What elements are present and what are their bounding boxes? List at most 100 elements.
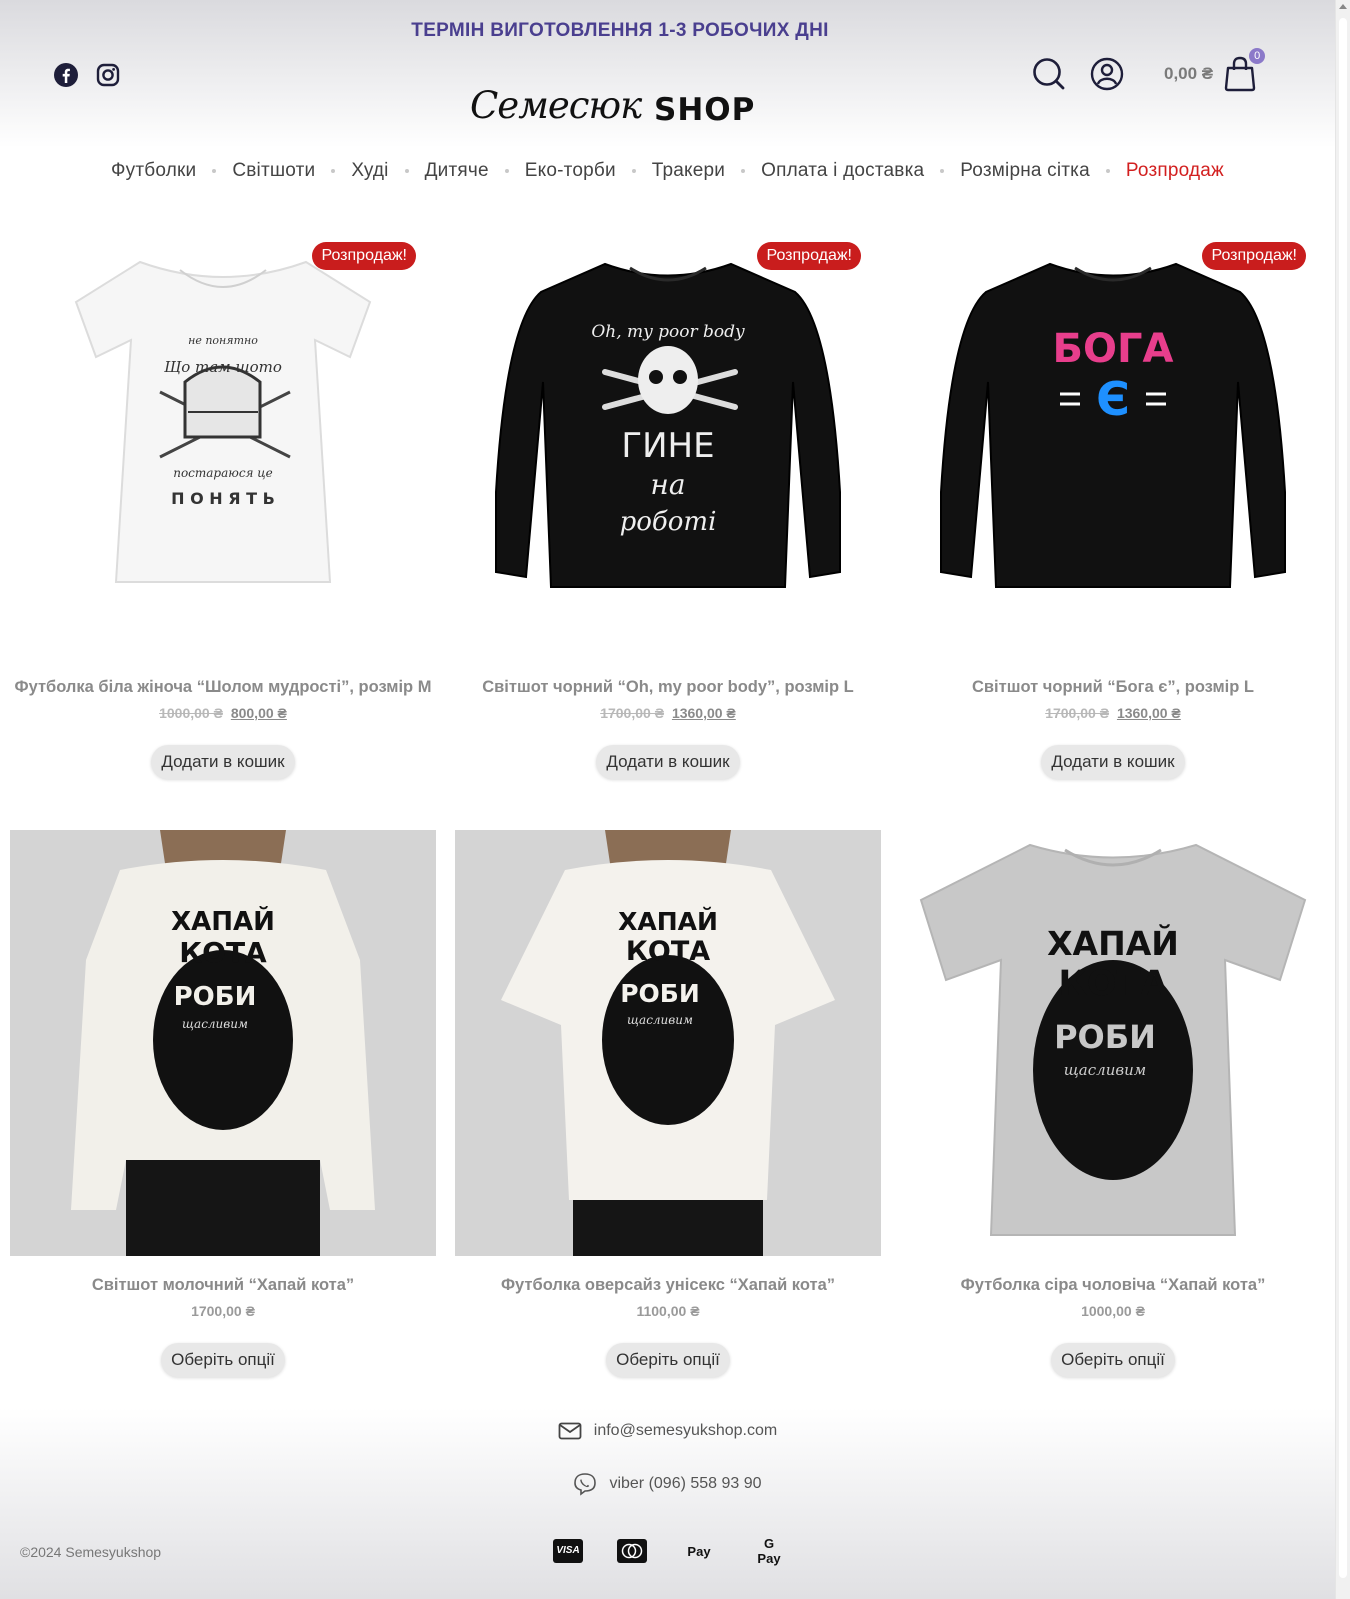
apple-pay-icon: Pay <box>687 1543 711 1559</box>
add-to-cart-button[interactable]: Додати в кошик <box>596 745 740 779</box>
logo-script: Cемесюк <box>470 84 642 127</box>
white-tshirt-illustration: Що там шото не понятно постараюся це П О… <box>74 260 372 583</box>
user-icon[interactable] <box>1090 57 1124 91</box>
print-line-3: РОБИ <box>1054 1018 1156 1056</box>
sale-price: 1360,00 ₴ <box>1116 705 1181 721</box>
scrollbar-thumb[interactable] <box>1339 18 1347 1578</box>
print-line-4: щасливим <box>182 1017 248 1031</box>
grey-tshirt-illustration: ХАПАЙ КОТА РОБИ щасливим <box>919 843 1307 1236</box>
print-line-4: роботі <box>620 507 717 537</box>
print-line-1: ХАПАЙ <box>1047 923 1179 963</box>
viber-icon <box>574 1473 597 1496</box>
header-actions: 0,00 ₴ 0 <box>1032 48 1266 92</box>
scroll-up-arrow[interactable] <box>1339 4 1347 9</box>
print-line-2: Є <box>1096 372 1130 426</box>
select-options-button[interactable]: Оберіть опції <box>161 1343 285 1377</box>
product-card: ХАПАЙ КОТА РОБИ щасливим Футболка сіра ч… <box>900 830 1326 1377</box>
product-title[interactable]: Футболка сіра чоловіча “Хапай кота” <box>900 1276 1326 1295</box>
print-line-2: не понятно <box>188 334 258 347</box>
print-line-1: Що там шото <box>164 358 282 376</box>
model-oversize-tshirt-photo: ХАПАЙ КОТА РОБИ щасливим <box>455 830 881 1256</box>
sale-badge: Розпродаж! <box>312 242 416 270</box>
sale-price: 800,00 ₴ <box>230 705 287 721</box>
footer-viber[interactable]: viber (096) 558 93 90 <box>0 1472 1335 1496</box>
instagram-icon[interactable] <box>95 62 121 88</box>
nav-item-eco-bags[interactable]: Еко-торби <box>509 160 632 182</box>
main-nav: Футболки Світшоти Худі Дитяче Еко-торби … <box>0 160 1335 182</box>
nav-item-sale[interactable]: Розпродаж <box>1110 160 1240 182</box>
old-price: 1000,00 ₴ <box>159 705 223 721</box>
product-title[interactable]: Футболка біла жіноча “Шолом мудрості”, р… <box>10 678 436 697</box>
payment-methods: VISA Pay G Pay <box>553 1536 787 1566</box>
print-line-2: КОТА <box>626 936 710 967</box>
mail-icon <box>558 1422 582 1440</box>
print-line-4: щасливим <box>1064 1061 1146 1079</box>
nav-item-trucker-caps[interactable]: Тракери <box>636 160 741 182</box>
product-title[interactable]: Світшот молочний “Хапай кота” <box>10 1276 436 1295</box>
nav-item-kids[interactable]: Дитяче <box>409 160 505 182</box>
print-line-4: П О Н Я Т Ь <box>171 489 275 508</box>
product-image[interactable]: ХАПАЙ КОТА РОБИ щасливим <box>10 830 436 1256</box>
print-line-4: щасливим <box>627 1013 693 1027</box>
nav-item-hoodies[interactable]: Худі <box>335 160 404 182</box>
product-title[interactable]: Світшот чорний “Oh, my poor body”, розмі… <box>455 678 881 697</box>
nav-item-size-chart[interactable]: Розмірна сітка <box>944 160 1106 182</box>
black-sweatshirt-illustration: БОГА Є <box>940 262 1286 588</box>
nav-item-tshirts[interactable]: Футболки <box>95 160 212 182</box>
product-image[interactable]: Oh, my poor body ГИНЕ на роботі Розпрода… <box>455 232 881 658</box>
sale-badge: Розпродаж! <box>1202 242 1306 270</box>
product-image[interactable]: БОГА Є Розпродаж! <box>900 232 1326 658</box>
nav-item-payment-delivery[interactable]: Оплата і доставка <box>745 160 940 182</box>
search-icon[interactable] <box>1032 57 1066 91</box>
model-sweatshirt-photo: ХАПАЙ КОТА РОБИ щасливим <box>10 830 436 1256</box>
product-image[interactable]: ХАПАЙ КОТА РОБИ щасливим <box>900 830 1326 1256</box>
mastercard-icon <box>617 1539 647 1563</box>
site-logo[interactable]: Cемесюк SHOP <box>470 84 770 128</box>
product-title[interactable]: Футболка оверсайз унісекс “Хапай кота” <box>455 1276 881 1295</box>
print-line-3: на <box>650 468 685 501</box>
page: ТЕРМІН ВИГОТОВЛЕННЯ 1-3 РОБОЧИХ ДНІ Cеме… <box>0 0 1335 1599</box>
product-title[interactable]: Світшот чорний “Бога є”, розмір L <box>900 678 1326 697</box>
google-pay-icon: G Pay <box>757 1536 781 1566</box>
add-to-cart-button[interactable]: Додати в кошик <box>1041 745 1185 779</box>
scrollbar[interactable] <box>1335 0 1350 1599</box>
product-card: ХАПАЙ КОТА РОБИ щасливим Футболка оверса… <box>455 830 881 1377</box>
product-card: ХАПАЙ КОТА РОБИ щасливим Світшот молочни… <box>10 830 436 1377</box>
sale-badge: Розпродаж! <box>757 242 861 270</box>
facebook-icon[interactable] <box>53 62 79 88</box>
old-price: 1700,00 ₴ <box>600 705 665 721</box>
old-price: 1700,00 ₴ <box>1045 705 1110 721</box>
add-to-cart-button[interactable]: Додати в кошик <box>151 745 295 779</box>
cart-button[interactable]: 0 <box>1223 48 1266 92</box>
print-line-1: ХАПАЙ <box>171 905 275 937</box>
black-sweatshirt-illustration: Oh, my poor body ГИНЕ на роботі <box>495 262 841 588</box>
sale-price: 1360,00 ₴ <box>671 705 736 721</box>
select-options-button[interactable]: Оберіть опції <box>1051 1343 1175 1377</box>
cart-total[interactable]: 0,00 ₴ <box>1164 64 1213 84</box>
product-image[interactable]: ХАПАЙ КОТА РОБИ щасливим <box>455 830 881 1256</box>
print-line-3: РОБИ <box>174 982 257 1012</box>
product-price: 1700,00 ₴ 1360,00 ₴ <box>455 705 881 721</box>
product-image[interactable]: Що там шото не понятно постараюся це П О… <box>10 232 436 658</box>
print-line-2: КОТА <box>179 936 267 969</box>
print-line-3: РОБИ <box>620 979 700 1008</box>
product-price: 1700,00 ₴ 1360,00 ₴ <box>900 705 1326 721</box>
product-price: 1000,00 ₴ 800,00 ₴ <box>10 705 436 721</box>
print-line-1: ХАПАЙ <box>618 907 718 936</box>
email-text: info@semesyukshop.com <box>593 1422 778 1439</box>
product-card: БОГА Є Розпродаж! Світшот чорний “Бога є… <box>900 232 1326 779</box>
cart-count-badge: 0 <box>1249 48 1266 64</box>
footer-email[interactable]: info@semesyukshop.com <box>0 1422 1335 1440</box>
product-price: 1100,00 ₴ <box>636 1303 700 1319</box>
visa-icon: VISA <box>553 1539 583 1563</box>
site-footer: info@semesyukshop.com viber (096) 558 93… <box>0 1408 1335 1599</box>
copyright: ©2024 Semesyukshop <box>20 1544 162 1560</box>
select-options-button[interactable]: Оберіть опції <box>606 1343 730 1377</box>
product-card: Oh, my poor body ГИНЕ на роботі Розпрода… <box>455 232 881 779</box>
site-header: ТЕРМІН ВИГОТОВЛЕННЯ 1-3 РОБОЧИХ ДНІ Cеме… <box>0 0 1335 148</box>
print-line-3: постараюся це <box>173 466 273 480</box>
social-links <box>53 62 121 88</box>
nav-item-sweatshirts[interactable]: Світшоти <box>216 160 331 182</box>
print-line-1: Oh, my poor body <box>591 322 745 342</box>
print-line-1: БОГА <box>1053 326 1174 372</box>
